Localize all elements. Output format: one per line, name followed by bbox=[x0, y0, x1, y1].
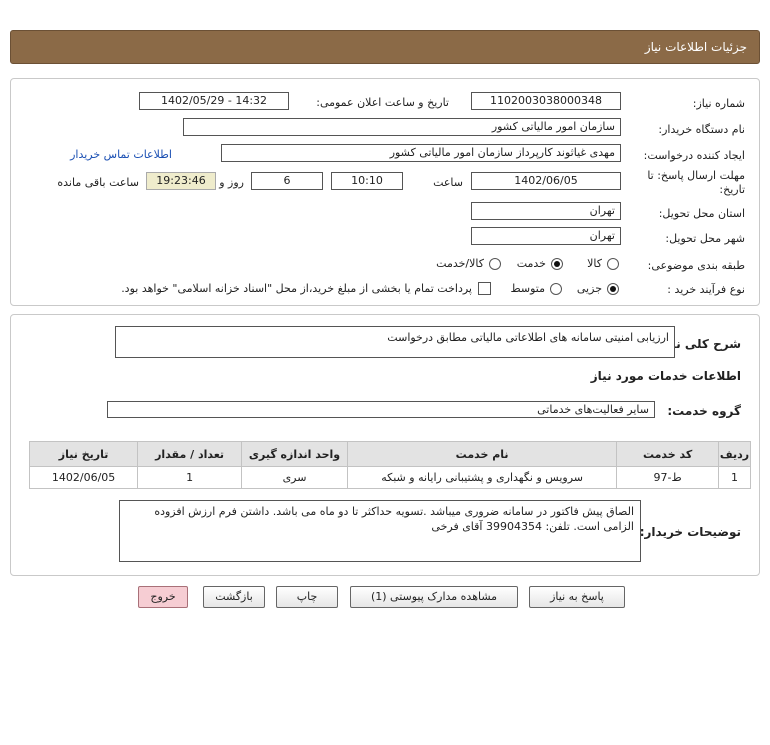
days-label: روز و bbox=[219, 176, 244, 189]
announce-datetime-label: تاریخ و ساعت اعلان عمومی: bbox=[316, 96, 449, 109]
table-row[interactable]: 1 ط-97 سرویس و نگهداری و پشتیبانی رایانه… bbox=[28, 466, 752, 489]
buyer-notes-label: توضیحات خریدار: bbox=[639, 525, 741, 539]
col-quantity: تعداد / مقدار bbox=[137, 441, 243, 467]
days-remaining-field[interactable]: 6 bbox=[251, 172, 323, 190]
col-row: ردیف bbox=[717, 441, 752, 467]
need-number-field[interactable]: 1102003038000348 bbox=[471, 92, 621, 110]
treasury-payment-checkbox[interactable] bbox=[478, 282, 491, 295]
cell-quantity: 1 bbox=[137, 466, 243, 489]
col-service-name: نام خدمت bbox=[347, 441, 618, 467]
purchase-type-label: نوع فرآیند خرید : bbox=[667, 283, 745, 296]
services-heading: اطلاعات خدمات مورد نیاز bbox=[590, 369, 741, 383]
need-number-label: شماره نیاز: bbox=[692, 97, 745, 110]
page-title: جزئیات اطلاعات نیاز bbox=[644, 40, 747, 54]
deadline-date-label: تاریخ: bbox=[719, 183, 745, 196]
buyer-org-label: نام دستگاه خریدار: bbox=[658, 123, 745, 136]
view-attachments-button[interactable]: مشاهده مدارک پیوستی (1) bbox=[350, 586, 518, 608]
purchase-medium-radio[interactable] bbox=[550, 283, 562, 295]
page-header: جزئیات اطلاعات نیاز bbox=[10, 30, 760, 64]
cell-service-name: سرویس و نگهداری و پشتیبانی رایانه و شبکه bbox=[347, 466, 618, 489]
category-goods-radio[interactable] bbox=[607, 258, 619, 270]
col-unit: واحد اندازه گیری bbox=[241, 441, 349, 467]
category-goods-service-radio[interactable] bbox=[489, 258, 501, 270]
summary-field[interactable]: ارزیابی امنیتی سامانه های اطلاعاتی مالیا… bbox=[115, 326, 675, 358]
purchase-small-label: جزیی bbox=[576, 282, 602, 295]
col-need-date: تاریخ نیاز bbox=[28, 441, 139, 467]
cell-row: 1 bbox=[717, 466, 752, 489]
col-service-code: کد خدمت bbox=[616, 441, 719, 467]
reply-button[interactable]: پاسخ به نیاز bbox=[529, 586, 625, 608]
city-field[interactable]: تهران bbox=[471, 227, 621, 245]
purchase-small-radio[interactable] bbox=[607, 283, 619, 295]
purchase-medium-label: متوسط bbox=[510, 282, 545, 295]
deadline-time-field[interactable]: 10:10 bbox=[331, 172, 403, 190]
cell-unit: سری bbox=[241, 466, 349, 489]
print-button[interactable]: چاپ bbox=[276, 586, 338, 608]
need-info-panel: شماره نیاز: 1102003038000348 تاریخ و ساع… bbox=[10, 78, 760, 306]
buyer-contact-link[interactable]: اطلاعات تماس خریدار bbox=[70, 148, 172, 161]
remaining-time-field: 19:23:46 bbox=[146, 172, 216, 190]
category-label: طبقه بندی موضوعی: bbox=[647, 259, 745, 272]
announce-datetime-field[interactable]: 1402/05/29 - 14:32 bbox=[139, 92, 289, 110]
deadline-time-label: ساعت bbox=[433, 176, 463, 189]
service-group-label: گروه خدمت: bbox=[667, 404, 741, 418]
services-table-header: ردیف کد خدمت نام خدمت واحد اندازه گیری ت… bbox=[28, 441, 752, 467]
back-button[interactable]: بازگشت bbox=[203, 586, 265, 608]
creator-field[interactable]: مهدی غیاثوند کارپرداز سازمان امور مالیات… bbox=[221, 144, 621, 162]
buyer-notes-field[interactable]: الصاق پیش فاکتور در سامانه ضروری میباشد … bbox=[119, 500, 641, 562]
services-table: ردیف کد خدمت نام خدمت واحد اندازه گیری ت… bbox=[28, 441, 752, 489]
exit-button[interactable]: خروج bbox=[138, 586, 188, 608]
cell-service-code: ط-97 bbox=[616, 466, 719, 489]
category-service-radio[interactable] bbox=[551, 258, 563, 270]
remaining-time-label: ساعت باقی مانده bbox=[57, 176, 139, 189]
buyer-org-field[interactable]: سازمان امور مالیاتی کشور bbox=[183, 118, 621, 136]
service-group-field[interactable]: سایر فعالیت‌های خدماتی bbox=[107, 401, 655, 418]
province-field[interactable]: تهران bbox=[471, 202, 621, 220]
creator-label: ایجاد کننده درخواست: bbox=[643, 149, 745, 162]
city-label: شهر محل تحویل: bbox=[665, 232, 745, 245]
province-label: استان محل تحویل: bbox=[658, 207, 745, 220]
category-goods-label: کالا bbox=[587, 257, 602, 270]
cell-need-date: 1402/06/05 bbox=[28, 466, 139, 489]
treasury-payment-note: پرداخت تمام یا بخشی از مبلغ خرید،از محل … bbox=[121, 282, 472, 295]
need-details-panel: شرح کلی نیاز: ارزیابی امنیتی سامانه های … bbox=[10, 314, 760, 576]
category-service-label: خدمت bbox=[516, 257, 546, 270]
deadline-label: مهلت ارسال پاسخ: تا bbox=[647, 169, 745, 182]
category-goods-service-label: کالا/خدمت bbox=[436, 257, 484, 270]
deadline-date-field[interactable]: 1402/06/05 bbox=[471, 172, 621, 190]
